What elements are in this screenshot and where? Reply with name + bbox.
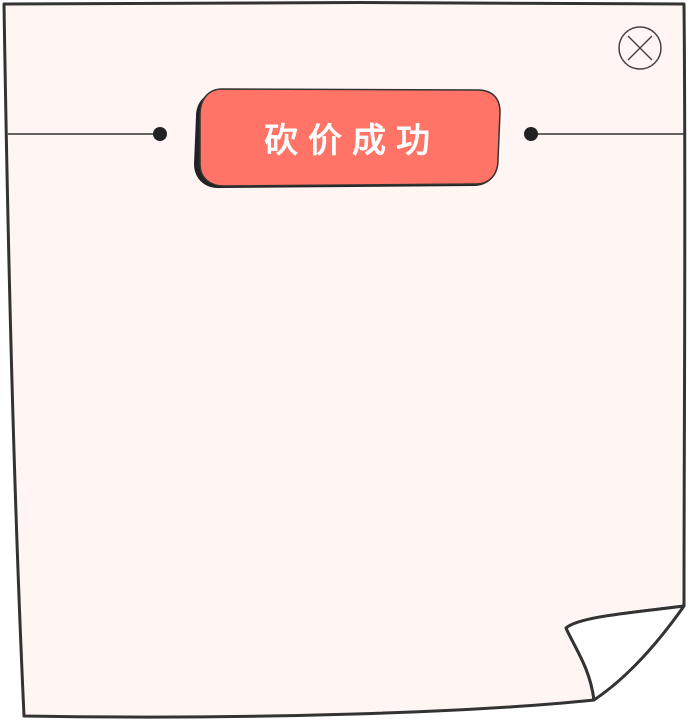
close-icon bbox=[618, 26, 662, 70]
close-button[interactable] bbox=[617, 25, 663, 71]
title-dot-left bbox=[153, 127, 167, 141]
title-badge-fill bbox=[199, 88, 501, 187]
title-dot-right bbox=[524, 127, 538, 141]
dialog-content bbox=[40, 210, 640, 590]
